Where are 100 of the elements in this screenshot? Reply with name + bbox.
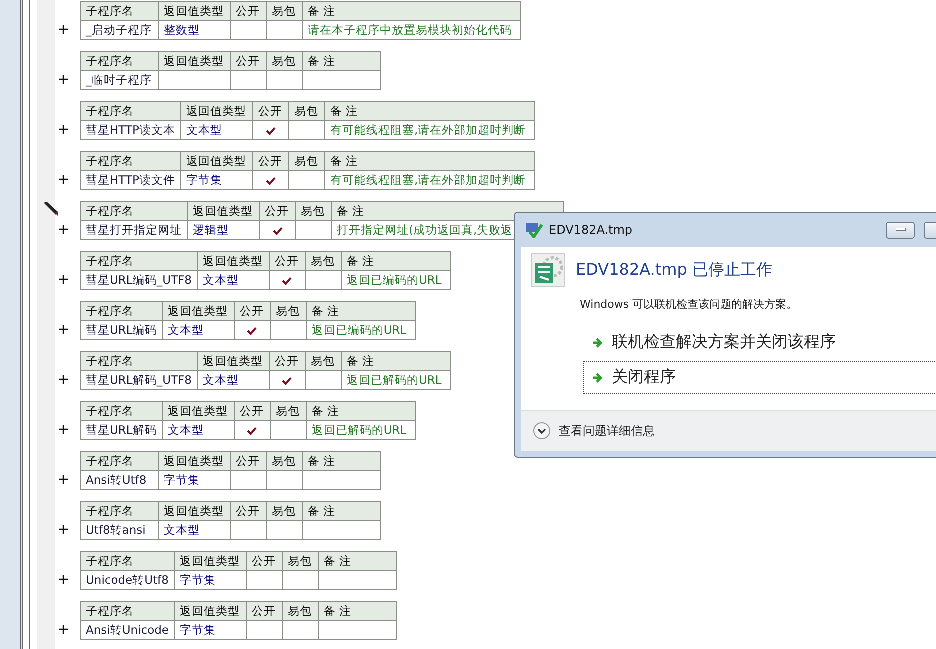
expand-icon[interactable] [59, 575, 68, 584]
app-icon [525, 222, 543, 238]
expand-icon[interactable] [59, 425, 68, 434]
minimize-button[interactable] [886, 222, 915, 238]
column-header: 子程序名 [80, 352, 198, 370]
column-header: 易包 [266, 452, 302, 470]
expand-icon[interactable] [59, 375, 68, 384]
table-cell: 彗星HTTP读文件 [80, 170, 181, 190]
table-cell: 字节集 [174, 620, 246, 640]
column-header: 易包 [288, 152, 325, 170]
column-header: 子程序名 [80, 552, 174, 570]
table-cell: 文本型 [158, 520, 230, 540]
table-cell: 彗星打开指定网址 [80, 220, 188, 240]
expand-icon[interactable] [59, 525, 68, 534]
table-cell: 有可能线程阻塞,请在外部加超时判断 [330, 172, 526, 186]
table-cell: Unicode转Utf8 [80, 570, 174, 590]
column-header: 易包 [305, 252, 342, 270]
expand-icon[interactable] [59, 25, 68, 34]
table-cell: 彗星HTTP读文本 [80, 120, 181, 140]
table-cell: Ansi转Utf8 [80, 470, 158, 490]
expand-icon[interactable] [59, 325, 68, 334]
details-button[interactable]: 查看问题详细信息 [533, 422, 655, 440]
column-header: 公开 [234, 302, 270, 320]
option-button[interactable]: 关闭程序 [583, 361, 936, 394]
column-header: 子程序名 [80, 302, 162, 320]
column-header: 返回值类型 [162, 302, 234, 320]
table-cell: 文本型 [180, 120, 253, 140]
column-header: 返回值类型 [158, 502, 230, 520]
column-header: 备 注 [341, 252, 450, 270]
column-header: 备 注 [302, 52, 380, 70]
table-cell: _启动子程序 [80, 20, 158, 40]
table-cell: 彗星URL编码 [80, 320, 162, 340]
column-header: 易包 [270, 302, 306, 320]
column-header: 易包 [282, 552, 318, 570]
column-header: 返回值类型 [162, 402, 234, 420]
chevron-icon [533, 422, 551, 440]
column-header: 公开 [252, 152, 289, 170]
dialog-heading: EDV182A.tmp 已停止工作 [576, 260, 772, 280]
expand-icon[interactable] [59, 175, 68, 184]
expand-icon[interactable] [59, 125, 68, 134]
column-header: 返回值类型 [188, 202, 260, 220]
column-header: 返回值类型 [174, 602, 246, 620]
column-header: 返回值类型 [197, 252, 270, 270]
column-header: 易包 [282, 602, 318, 620]
column-header: 易包 [296, 202, 332, 220]
table-cell: 返回已编码的URL [346, 272, 442, 286]
table-cell: 逻辑型 [188, 220, 260, 240]
column-header: 公开 [269, 252, 306, 270]
column-header: 返回值类型 [174, 552, 246, 570]
table-cell: _临时子程序 [80, 70, 158, 90]
table-cell: 彗星URL编码_UTF8 [80, 270, 198, 290]
expand-icon[interactable] [59, 275, 68, 284]
table-cell: 返回已解码的URL [312, 422, 407, 436]
column-header: 备 注 [306, 402, 416, 420]
column-header: 返回值类型 [180, 102, 253, 120]
minimize-icon [896, 228, 906, 232]
expand-icon[interactable] [59, 75, 68, 84]
column-header: 备 注 [324, 102, 535, 120]
column-header: 返回值类型 [158, 2, 230, 20]
column-header: 易包 [266, 52, 302, 70]
column-header: 公开 [246, 602, 282, 620]
column-header: 备 注 [302, 2, 520, 20]
table-cell: 请在本子程序中放置易模块初始化代码 [308, 22, 512, 36]
column-header: 备 注 [318, 602, 396, 620]
table-cell: 有可能线程阻塞,请在外部加超时判断 [330, 122, 526, 136]
column-header: 子程序名 [80, 202, 188, 220]
column-header: 易包 [270, 402, 306, 420]
column-header: 子程序名 [80, 2, 158, 20]
column-header: 子程序名 [80, 102, 181, 120]
column-header: 公开 [230, 52, 266, 70]
column-header: 备 注 [306, 302, 416, 320]
column-header: 公开 [234, 402, 270, 420]
table-cell: 文本型 [197, 370, 270, 390]
column-header: 备 注 [341, 352, 450, 370]
column-header: 易包 [305, 352, 342, 370]
column-header: 备 注 [324, 152, 535, 170]
column-header: 易包 [288, 102, 325, 120]
column-header: 备 注 [302, 502, 380, 520]
column-header: 返回值类型 [158, 52, 230, 70]
column-header: 公开 [269, 352, 306, 370]
expand-icon[interactable] [59, 225, 68, 234]
table-cell: 字节集 [180, 170, 253, 190]
column-header: 子程序名 [80, 602, 174, 620]
column-header: 易包 [266, 2, 302, 20]
column-header: 备 注 [318, 552, 396, 570]
column-header: 子程序名 [80, 52, 158, 70]
column-header: 公开 [246, 552, 282, 570]
column-header: 子程序名 [80, 152, 181, 170]
option-button[interactable]: 联机检查解决方案并关闭该程序 [583, 326, 936, 359]
column-header: 易包 [266, 502, 302, 520]
expand-icon[interactable] [59, 625, 68, 634]
table-cell: 字节集 [174, 570, 246, 590]
arrow-icon [592, 372, 604, 384]
table-cell: Utf8转ansi [80, 520, 158, 540]
table-cell: 彗星URL解码 [80, 420, 162, 440]
table-cell: 彗星URL解码_UTF8 [80, 370, 198, 390]
column-header: 公开 [260, 202, 296, 220]
table-cell: 打开指定网址(成功返回真,失败返 [337, 222, 514, 236]
table-cell: 字节集 [158, 470, 230, 490]
expand-icon[interactable] [59, 475, 68, 484]
